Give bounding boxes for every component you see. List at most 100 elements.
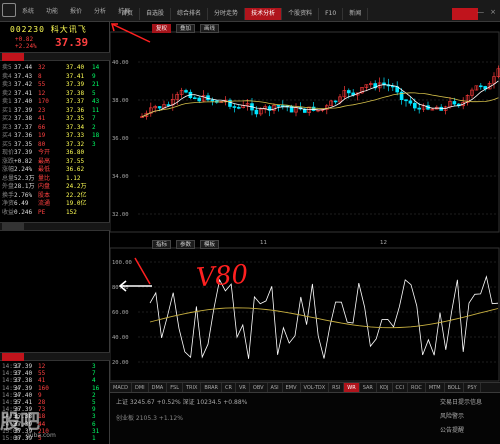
- tab-2[interactable]: 综合排名: [171, 8, 209, 20]
- close-icon[interactable]: ×: [490, 8, 496, 16]
- candle-body: [311, 106, 316, 111]
- ind-tab-params[interactable]: 参数: [176, 240, 196, 249]
- indicator-tab-vr[interactable]: VR: [236, 383, 250, 392]
- quote-cell-c: 12: [38, 89, 46, 97]
- window-controls: — ×: [477, 8, 496, 16]
- tab-3[interactable]: 分时走势: [208, 8, 246, 20]
- indicator-tab-boll[interactable]: BOLL: [445, 383, 465, 392]
- ind-tick-label: 20.00: [112, 360, 129, 366]
- ind-tab-indicator[interactable]: 指标: [152, 240, 172, 249]
- k-tab-adjust[interactable]: 复权: [152, 24, 172, 33]
- tab-7[interactable]: 新闻: [343, 8, 369, 20]
- quote-cell-b: 37.38: [14, 115, 33, 122]
- quote-cell-c: 32: [38, 64, 46, 71]
- quote-cell-d: 37.35: [66, 115, 85, 122]
- indicator-tab-dmi[interactable]: DMI: [132, 383, 149, 392]
- quote-cell-a: 外盘: [2, 183, 15, 190]
- indicator-tab-macd[interactable]: MACD: [110, 383, 132, 392]
- price-panel-border: [110, 31, 500, 233]
- indicator-tab-wr[interactable]: WR: [344, 383, 360, 392]
- section-header-3: [0, 352, 110, 361]
- status-info-3[interactable]: 公告提醒: [440, 425, 464, 434]
- indicator-tab-dma[interactable]: DMA: [149, 383, 168, 392]
- price-tick-label: 34.00: [112, 174, 129, 180]
- trade-button[interactable]: [452, 8, 478, 20]
- candle-body: [333, 100, 338, 103]
- menu-item-0[interactable]: 系统: [22, 6, 34, 15]
- price-tick-label: 38.00: [112, 98, 129, 104]
- indicator-tab-cr[interactable]: CR: [222, 383, 236, 392]
- annotation-arrow-top: [111, 23, 151, 43]
- quote-cell-e: 7: [92, 115, 96, 122]
- tab-0[interactable]: 首页: [115, 8, 141, 20]
- watermark-url: guba.com: [26, 432, 56, 439]
- indicator-tab-emv[interactable]: EMV: [283, 383, 301, 392]
- quote-cell-d: 22.2亿: [66, 191, 87, 199]
- quote-cell-a: 现价: [2, 149, 15, 156]
- candle-body: [254, 109, 259, 115]
- quote-cell-c: 内盘: [38, 183, 51, 190]
- indicator-tab-cci[interactable]: CCI: [393, 383, 408, 392]
- indicator-tab-kdj[interactable]: KDJ: [377, 383, 393, 392]
- indicator-tab-mtm[interactable]: MTM: [426, 383, 445, 392]
- minimize-icon[interactable]: —: [477, 8, 484, 16]
- tab-1[interactable]: 自选股: [140, 8, 172, 20]
- indicator-tab-roc[interactable]: ROC: [408, 383, 426, 392]
- quote-row: 换手 2.76% 股本 22.2亿: [0, 192, 110, 200]
- quote-cell-a: 买5: [2, 140, 12, 148]
- quote-cell-c: 8: [38, 72, 42, 80]
- quote-cell-c: 今开: [38, 149, 51, 156]
- menu-item-2[interactable]: 报价: [70, 6, 82, 15]
- k-tab-overlay[interactable]: 叠加: [176, 24, 196, 33]
- tab-4[interactable]: 技术分析: [245, 8, 283, 20]
- indicator-tab-trix[interactable]: TRIX: [183, 383, 202, 392]
- quote-cell-d: 36.62: [66, 166, 85, 173]
- menu-item-1[interactable]: 功能: [46, 6, 58, 15]
- indicator-tab-asi[interactable]: ASI: [268, 383, 283, 392]
- quote-cell-b: 37.43: [14, 72, 33, 80]
- indicator-tab-brar[interactable]: BRAR: [201, 383, 223, 392]
- quote-cell-d: 1.12: [66, 174, 81, 182]
- quote-row: 卖5 37.44 32 37.40 14: [0, 64, 110, 72]
- quote-cell-a: 买1: [2, 106, 12, 114]
- main-menu: 系统 功能 报价 分析 扩展: [22, 6, 130, 15]
- k-tab-draw[interactable]: 画线: [200, 24, 220, 33]
- quote-row: 买3 37.37 66 37.34 2: [0, 124, 110, 132]
- menu-item-3[interactable]: 分析: [94, 6, 106, 15]
- quote-cell-c: 41: [38, 115, 46, 122]
- indicator-tab-rsi[interactable]: RSI: [329, 383, 345, 392]
- quote-cell-d: 37.40: [66, 64, 85, 71]
- indicator-tab-obv[interactable]: OBV: [250, 383, 268, 392]
- quote-row: 买2 37.38 41 37.35 7: [0, 115, 110, 123]
- quote-cell-a: 涨幅: [2, 166, 15, 173]
- quote-cell-e: 14: [92, 64, 100, 71]
- indicator-tab-fsl[interactable]: FSL: [167, 383, 183, 392]
- quote-cell-c: 最高: [38, 157, 51, 165]
- change-pct: +2.24%: [15, 43, 37, 50]
- indicator-tab-sar[interactable]: SAR: [360, 383, 377, 392]
- quote-row: 现价 37.39 今开 36.80: [0, 149, 110, 157]
- tab-5[interactable]: 个股资料: [282, 8, 320, 20]
- tab-6[interactable]: F10: [319, 8, 344, 20]
- candle-body: [439, 106, 444, 111]
- chart-canvas[interactable]: 40.0038.0036.0034.0032.00100.0080.0060.0…: [110, 22, 500, 382]
- section-tab-2[interactable]: [2, 223, 24, 231]
- status-info-1[interactable]: 交易日提示信息: [440, 397, 482, 406]
- quote-cell-a: 换手: [2, 191, 15, 199]
- indicator-tab-psy[interactable]: PSY: [464, 383, 481, 392]
- section-tab-3[interactable]: [2, 353, 24, 361]
- quote-cell-e: 11: [92, 106, 100, 114]
- section-tab[interactable]: [2, 53, 24, 61]
- quote-cell-c: 55: [38, 81, 46, 88]
- quote-cell-c: 80: [38, 140, 46, 148]
- quote-row: 卖1 37.40 170 37.37 43: [0, 98, 110, 106]
- status-info-2[interactable]: 风险警示: [440, 411, 464, 420]
- status-bar: 上证 3245.67 +0.52% 深证 10234.5 +0.88% 创业板 …: [110, 392, 500, 444]
- indicator-tab-vol-tdx[interactable]: VOL-TDX: [301, 383, 330, 392]
- quote-cell-a: 卖3: [2, 81, 12, 88]
- quote-cell-a: 净资: [2, 200, 15, 207]
- quote-cell-b: 2.76%: [14, 191, 33, 199]
- indicator-bar: MACD DMI DMA FSL TRIX BRAR CR VR OBV ASI EMV VOL-TD…: [110, 382, 500, 392]
- ind-tab-template[interactable]: 模板: [200, 240, 220, 249]
- quote-cell-e: 3: [92, 140, 96, 148]
